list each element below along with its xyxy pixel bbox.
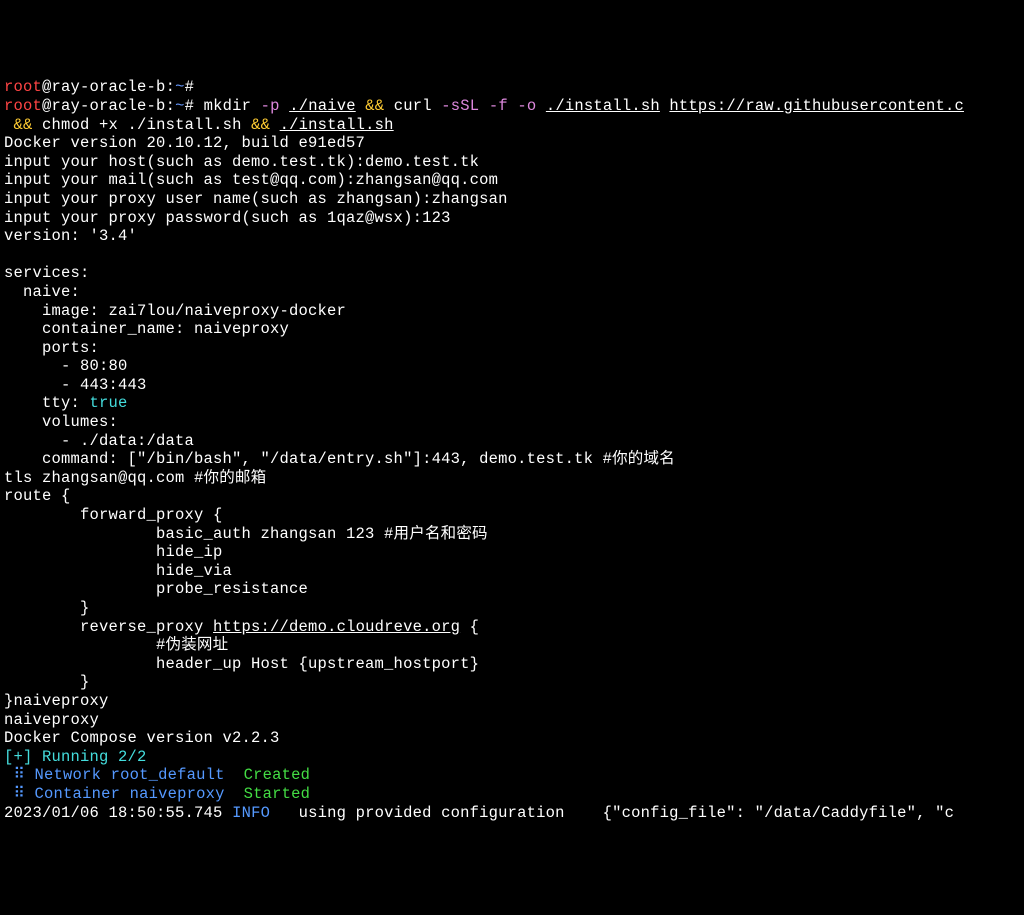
cmd-and3: && xyxy=(251,116,270,134)
out-container-status: Started xyxy=(244,785,311,803)
prompt-user: root xyxy=(4,78,42,96)
config-basic-auth: basic_auth zhangsan 123 #用户名和密码 xyxy=(4,525,488,543)
config-route: route { xyxy=(4,487,71,505)
out-naiveproxy: naiveproxy xyxy=(4,711,99,729)
cmd-opt-ssl: -sSL xyxy=(441,97,479,115)
cmd-opt-o: -o xyxy=(517,97,536,115)
config-fake-comment: #伪装网址 xyxy=(4,636,228,654)
config-header-up: header_up Host {upstream_hostport} xyxy=(4,655,479,673)
prompt-at2: @ xyxy=(42,97,52,115)
cmd-path: ./naive xyxy=(289,97,356,115)
config-hide-ip: hide_ip xyxy=(4,543,223,561)
prompt-at: @ xyxy=(42,78,52,96)
log-level: INFO xyxy=(232,804,270,822)
cmd-run: ./install.sh xyxy=(280,116,394,134)
out-network: ⠿ Network root_default xyxy=(4,766,244,784)
config-rev-proxy-post: { xyxy=(460,618,479,636)
prompt-end2: # xyxy=(185,97,195,115)
docker-version: Docker version 20.10.12, build e91ed57 xyxy=(4,134,365,152)
yaml-container-name: container_name: naiveproxy xyxy=(4,320,289,338)
prompt-path: ~ xyxy=(175,78,185,96)
prompt-end: # xyxy=(185,78,195,96)
prompt-path2: ~ xyxy=(175,97,185,115)
prompt-host2: ray-oracle-b xyxy=(52,97,166,115)
config-rev-proxy-url: https://demo.cloudreve.org xyxy=(213,618,460,636)
input-host: input your host(such as demo.test.tk):de… xyxy=(4,153,479,171)
cmd-curl: curl xyxy=(394,97,432,115)
config-tls: tls zhangsan@qq.com #你的邮箱 xyxy=(4,469,266,487)
cmd-outfile: ./install.sh xyxy=(546,97,660,115)
yaml-volumes: volumes: xyxy=(4,413,118,431)
yaml-services: services: xyxy=(4,264,90,282)
cmd-opt-f: -f xyxy=(489,97,508,115)
yaml-tty-true: true xyxy=(90,394,128,412)
prompt-colon: : xyxy=(166,78,176,96)
yaml-port443: - 443:443 xyxy=(4,376,147,394)
log-time: 2023/01/06 18:50:55.745 xyxy=(4,804,223,822)
input-proxy-pass: input your proxy password(such as 1qaz@w… xyxy=(4,209,451,227)
prompt-host: ray-oracle-b xyxy=(52,78,166,96)
cmd-mkdir: mkdir xyxy=(204,97,252,115)
yaml-command: command: ["/bin/bash", "/data/entry.sh"]… xyxy=(4,450,675,468)
input-mail: input your mail(such as test@qq.com):zha… xyxy=(4,171,498,189)
log-msg: using provided configuration {"config_fi… xyxy=(270,804,954,822)
yaml-port80: - 80:80 xyxy=(4,357,128,375)
cmd-opt-p: -p xyxy=(261,97,280,115)
config-hide-via: hide_via xyxy=(4,562,232,580)
config-close1: } xyxy=(4,599,90,617)
yaml-image: image: zai7lou/naiveproxy-docker xyxy=(4,302,346,320)
cmd-url: https://raw.githubusercontent.c xyxy=(669,97,964,115)
out-compose-version: Docker Compose version v2.2.3 xyxy=(4,729,280,747)
yaml-ports: ports: xyxy=(4,339,99,357)
yaml-tty: tty: xyxy=(4,394,80,412)
config-rev-proxy-pre: reverse_proxy xyxy=(4,618,213,636)
input-proxy-user: input your proxy user name(such as zhang… xyxy=(4,190,508,208)
out-running: [+] Running 2/2 xyxy=(4,748,147,766)
cmd-chmod: chmod +x ./install.sh xyxy=(42,116,242,134)
cmd-and2: && xyxy=(14,116,33,134)
terminal-output: root@ray-oracle-b:~# root@ray-oracle-b:~… xyxy=(4,78,1020,822)
yaml-naive: naive: xyxy=(4,283,80,301)
prompt-colon2: : xyxy=(166,97,176,115)
cmd-and1: && xyxy=(365,97,384,115)
yaml-version: version: '3.4' xyxy=(4,227,137,245)
config-close2: } xyxy=(4,673,90,691)
config-close3: }naiveproxy xyxy=(4,692,109,710)
config-fwd-proxy: forward_proxy { xyxy=(4,506,223,524)
yaml-vol1: - ./data:/data xyxy=(4,432,194,450)
out-network-status: Created xyxy=(244,766,311,784)
empty-cmd xyxy=(194,78,204,96)
out-container: ⠿ Container naiveproxy xyxy=(4,785,244,803)
prompt-user2: root xyxy=(4,97,42,115)
config-probe: probe_resistance xyxy=(4,580,308,598)
